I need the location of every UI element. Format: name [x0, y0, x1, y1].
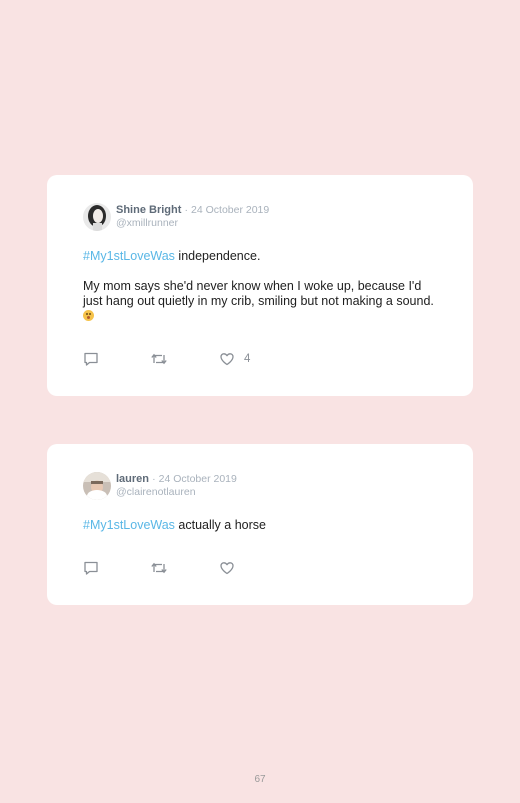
- like-count: 4: [244, 353, 251, 365]
- tweet-text-1: independence.: [174, 249, 261, 263]
- avatar-photo: [83, 472, 111, 500]
- tweet-header: lauren · 24 October 2019 @clairenotlaure…: [83, 472, 237, 500]
- author-handle[interactable]: @clairenotlauren: [116, 486, 237, 499]
- tweet-meta: lauren · 24 October 2019 @clairenotlaure…: [116, 473, 237, 499]
- tweet-header: Shine Bright · 24 October 2019 @xmillrun…: [83, 203, 269, 231]
- baby-face-emoji-icon: [83, 310, 94, 321]
- author-name[interactable]: Shine Bright: [116, 204, 181, 216]
- hashtag-link[interactable]: #My1stLoveWas: [83, 518, 175, 532]
- retweet-button[interactable]: [150, 351, 168, 367]
- author-name[interactable]: lauren: [116, 473, 149, 485]
- tweet-date[interactable]: 24 October 2019: [191, 204, 269, 216]
- meta-separator: ·: [152, 473, 156, 485]
- avatar[interactable]: [83, 472, 111, 500]
- tweet-actions: [83, 560, 283, 576]
- retweet-icon: [151, 562, 167, 574]
- like-button[interactable]: 4: [219, 351, 250, 367]
- reply-icon: [84, 352, 98, 366]
- meta-separator: ·: [184, 204, 188, 216]
- page-number: 67: [254, 774, 266, 785]
- retweet-button[interactable]: [150, 560, 168, 576]
- tweet-text-2: My mom says she'd never know when I woke…: [83, 279, 434, 308]
- like-icon: [220, 353, 234, 366]
- like-icon: [220, 562, 234, 575]
- author-handle[interactable]: @xmillrunner: [116, 217, 269, 230]
- reply-icon: [84, 561, 98, 575]
- avatar-photo: [83, 203, 111, 231]
- tweet-text: #My1stLoveWas actually a horse: [83, 518, 443, 533]
- reply-button[interactable]: [83, 560, 99, 576]
- tweet-date[interactable]: 24 October 2019: [159, 473, 237, 485]
- avatar[interactable]: [83, 203, 111, 231]
- retweet-icon: [151, 353, 167, 365]
- reply-button[interactable]: [83, 351, 99, 367]
- tweet-text-1: actually a horse: [174, 518, 266, 532]
- tweet-card: lauren · 24 October 2019 @clairenotlaure…: [47, 444, 473, 605]
- tweet-meta: Shine Bright · 24 October 2019 @xmillrun…: [116, 204, 269, 230]
- like-button[interactable]: [219, 560, 235, 576]
- tweet-actions: 4: [83, 351, 283, 367]
- hashtag-link[interactable]: #My1stLoveWas: [83, 249, 175, 263]
- tweet-card: Shine Bright · 24 October 2019 @xmillrun…: [47, 175, 473, 396]
- tweet-text: #My1stLoveWas independence. My mom says …: [83, 249, 443, 324]
